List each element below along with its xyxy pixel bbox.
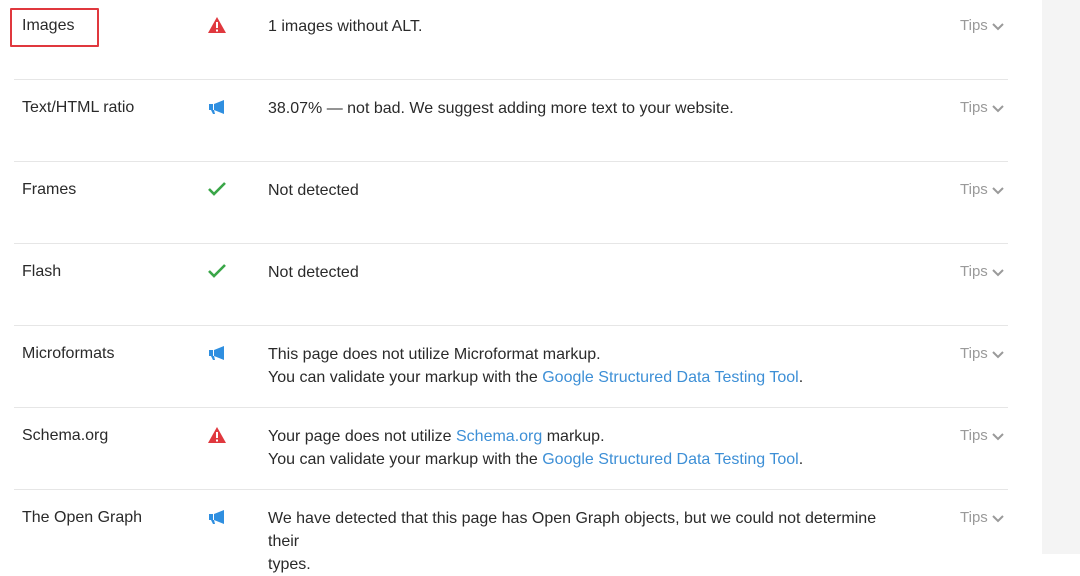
chevron-down-icon: [992, 23, 1004, 31]
row-label: The Open Graph: [22, 509, 143, 526]
megaphone-icon: [206, 342, 228, 364]
message-line-1: We have detected that this page has Open…: [268, 510, 877, 550]
tips-toggle[interactable]: Tips: [960, 508, 1004, 528]
message-text: Not detected: [268, 264, 359, 281]
chevron-down-icon: [992, 515, 1004, 523]
check-row-frames: Frames Not detected Tips: [0, 162, 1008, 244]
message-line-2-suffix: .: [798, 451, 804, 468]
chevron-down-icon: [992, 105, 1004, 113]
row-label: Flash: [22, 263, 62, 280]
check-row-open-graph: The Open Graph We have detected that thi…: [0, 490, 1008, 573]
chevron-down-icon: [992, 187, 1004, 195]
structured-data-tool-link[interactable]: Google Structured Data Testing Tool: [542, 451, 798, 468]
chevron-down-icon: [992, 269, 1004, 277]
check-row-schema-org: Schema.org Your page does not utilize Sc…: [0, 408, 1008, 490]
message-line-2: types.: [268, 556, 311, 573]
warning-icon: [206, 424, 228, 446]
message-text: 38.07% — not bad. We suggest adding more…: [268, 100, 734, 117]
row-label: Microformats: [22, 345, 115, 362]
check-icon: [206, 178, 228, 200]
message-line-1-prefix: Your page does not utilize: [268, 428, 456, 445]
chevron-down-icon: [992, 351, 1004, 359]
row-label: Text/HTML ratio: [22, 99, 135, 116]
row-message: Not detected: [268, 179, 908, 202]
check-row-text-html-ratio: Text/HTML ratio 38.07% — not bad. We sug…: [0, 80, 1008, 162]
tips-label: Tips: [960, 263, 988, 280]
tips-toggle[interactable]: Tips: [960, 98, 1004, 118]
tips-label: Tips: [960, 509, 988, 526]
row-label: Images: [22, 17, 75, 34]
message-text: 1 images without ALT.: [268, 18, 423, 35]
check-row-microformats: Microformats This page does not utilize …: [0, 326, 1008, 408]
tips-label: Tips: [960, 99, 988, 116]
message-line-2-prefix: You can validate your markup with the: [268, 369, 543, 386]
tips-label: Tips: [960, 427, 988, 444]
row-label: Schema.org: [22, 427, 109, 444]
check-row-flash: Flash Not detected Tips: [0, 244, 1008, 326]
right-side-panel: [1042, 0, 1080, 554]
tips-toggle[interactable]: Tips: [960, 262, 1004, 282]
chevron-down-icon: [992, 433, 1004, 441]
message-line-1: This page does not utilize Microformat m…: [268, 346, 601, 363]
row-message: Not detected: [268, 261, 908, 284]
row-message: Your page does not utilize Schema.org ma…: [268, 425, 908, 471]
check-icon: [206, 260, 228, 282]
tips-label: Tips: [960, 17, 988, 34]
row-message: This page does not utilize Microformat m…: [268, 343, 908, 389]
row-message: 1 images without ALT.: [268, 15, 908, 38]
tips-label: Tips: [960, 181, 988, 198]
message-line-1-suffix: markup.: [542, 428, 605, 445]
check-row-images: Images 1 images without ALT. Tips: [0, 0, 1008, 80]
message-line-2-prefix: You can validate your markup with the: [268, 451, 543, 468]
tips-label: Tips: [960, 345, 988, 362]
message-line-2-suffix: .: [798, 369, 804, 386]
tips-toggle[interactable]: Tips: [960, 344, 1004, 364]
megaphone-icon: [206, 506, 228, 528]
row-label: Frames: [22, 181, 77, 198]
warning-icon: [206, 14, 228, 36]
row-message: We have detected that this page has Open…: [268, 507, 908, 576]
megaphone-icon: [206, 96, 228, 118]
message-text: Not detected: [268, 182, 359, 199]
row-message: 38.07% — not bad. We suggest adding more…: [268, 97, 908, 120]
tips-toggle[interactable]: Tips: [960, 426, 1004, 446]
structured-data-tool-link[interactable]: Google Structured Data Testing Tool: [542, 369, 798, 386]
tips-toggle[interactable]: Tips: [960, 16, 1004, 36]
tips-toggle[interactable]: Tips: [960, 180, 1004, 200]
schema-org-link[interactable]: Schema.org: [456, 428, 542, 445]
